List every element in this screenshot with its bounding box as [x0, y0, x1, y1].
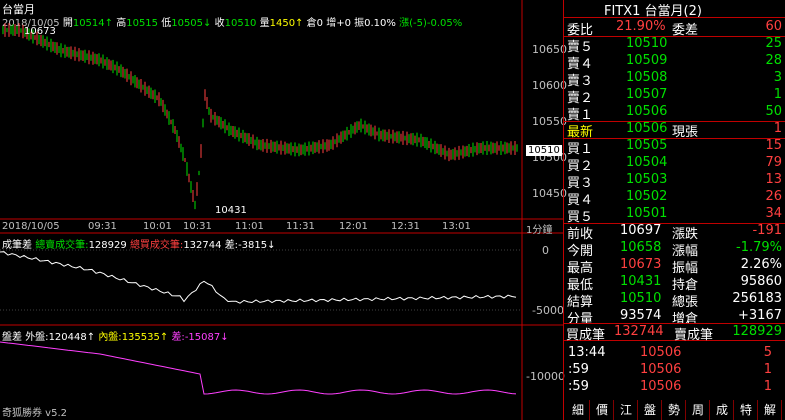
y-tick: 10600	[532, 79, 567, 92]
panel3-y-tick: -10000	[526, 370, 565, 383]
divider	[564, 223, 785, 224]
time-tick: 11:31	[286, 221, 315, 232]
chart-area: 台當月 2018/10/05 開10514↑ 高10515 低10505↓ 收1…	[0, 0, 567, 420]
y-tick: 10450	[532, 187, 567, 200]
ask-row: 賣３ 10508 3	[567, 70, 782, 89]
time-tick: 12:31	[391, 221, 420, 232]
stat-row: 今開 10658 漲幅 -1.79%	[567, 240, 782, 259]
ask-row: 賣１ 10506 50	[567, 104, 782, 123]
price-chart-svg[interactable]	[0, 0, 563, 420]
time-tick: 10:31	[183, 221, 212, 232]
ask-row: 賣５ 10510 25	[567, 36, 782, 55]
bid-row: 買５ 10501 34	[567, 206, 782, 225]
tab-2[interactable]: 江	[615, 400, 638, 420]
ratio-row: 委比 21.90% 委差 60	[567, 19, 782, 38]
high-label: 10673	[24, 26, 56, 37]
tab-4[interactable]: 勢	[663, 400, 686, 420]
panel2-y-tick: -5000	[532, 304, 564, 317]
tab-8[interactable]: 解	[759, 400, 782, 420]
tick-row: :59 10506 1	[568, 362, 772, 377]
stat-row: 最高 10673 振幅 2.26%	[567, 257, 782, 276]
tab-1[interactable]: 價	[591, 400, 614, 420]
interval-label[interactable]: 1分鐘	[526, 221, 552, 236]
panel3-header: 盤差 外盤:120448↑ 內盤:135535↑ 差:-15087↓	[2, 332, 229, 343]
stat-row: 最低 10431 持倉 95860	[567, 274, 782, 293]
time-tick: 11:01	[235, 221, 264, 232]
app-footer: 奇狐勝券 v5.2	[2, 408, 67, 419]
quote-header: FITX1 台當月(2)	[564, 0, 785, 19]
time-axis-date: 2018/10/05	[2, 221, 60, 232]
panel2-header: 成筆差 總賣成交筆:128929 總買成交筆:132744 差:-3815↓	[2, 240, 276, 251]
stat-row: 前收 10697 漲跌 -191	[567, 223, 782, 242]
time-tick: 12:01	[339, 221, 368, 232]
bid-row: 買１ 10505 15	[567, 138, 782, 157]
divider	[564, 138, 785, 139]
time-tick: 13:01	[442, 221, 471, 232]
ask-row: 賣４ 10509 28	[567, 53, 782, 72]
y-tick: 10550	[532, 115, 567, 128]
ask-row: 賣２ 10507 1	[567, 87, 782, 106]
tab-3[interactable]: 盤	[639, 400, 662, 420]
tab-5[interactable]: 周	[687, 400, 710, 420]
time-tick: 09:31	[88, 221, 117, 232]
bid-row: 買４ 10502 26	[567, 189, 782, 208]
bid-row: 買３ 10503 13	[567, 172, 782, 191]
low-label: 10431	[215, 205, 247, 216]
tick-row: :59 10506 1	[568, 379, 772, 394]
divider	[564, 36, 785, 37]
bid-row: 買２ 10504 79	[567, 155, 782, 174]
y-tick: 10650	[532, 43, 567, 56]
panel2-y-tick: 0	[542, 244, 549, 257]
trade-count-row: 買成筆 132744 賣成筆 128929	[564, 323, 785, 343]
last-price-row: 最新 10506 現張 1	[567, 121, 782, 140]
tab-0[interactable]: 細	[567, 400, 590, 420]
stat-row: 結算 10510 總張 256183	[567, 291, 782, 310]
quote-panel: FITX1 台當月(2) 委比 21.90% 委差 60 賣５ 10510 25 賣４…	[563, 0, 785, 420]
tick-row: 13:44 10506 5	[568, 345, 772, 360]
current-price-tag: 10510	[526, 145, 562, 156]
tab-6[interactable]: 成	[711, 400, 734, 420]
divider	[564, 121, 785, 122]
time-tick: 10:01	[143, 221, 172, 232]
tab-7[interactable]: 特	[735, 400, 758, 420]
